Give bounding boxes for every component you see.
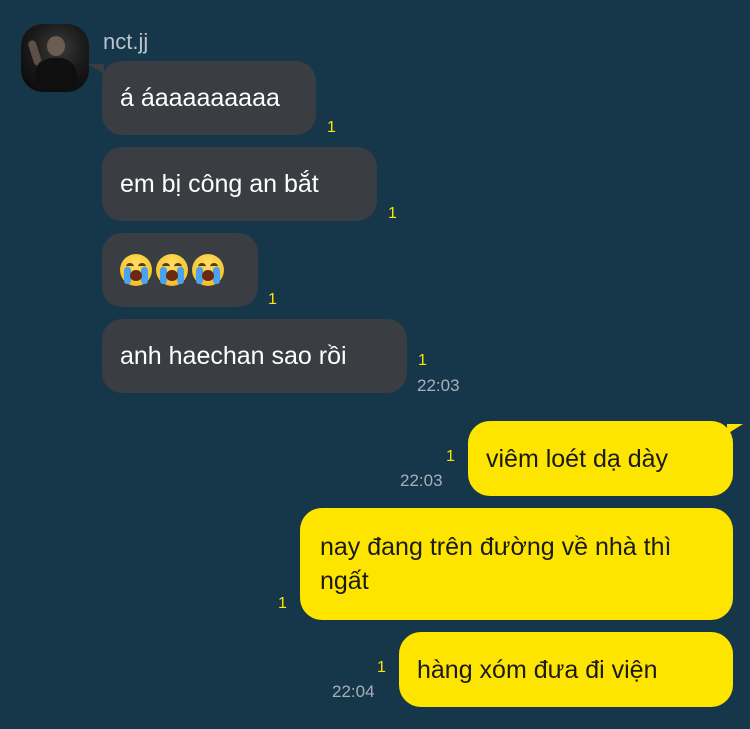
- unread-count: 1: [446, 448, 455, 465]
- message-timestamp: 22:03: [417, 376, 460, 395]
- incoming-message-bubble[interactable]: em bị công an bắt: [102, 147, 377, 221]
- avatar-head: [47, 36, 65, 56]
- loudly-crying-face-icon: [192, 254, 224, 286]
- incoming-message-bubble[interactable]: á áaaaaaaaaa: [102, 61, 316, 135]
- unread-count: 1: [327, 119, 336, 136]
- incoming-emoji-bubble[interactable]: [102, 233, 258, 307]
- message-text: anh haechan sao rồi: [120, 342, 347, 370]
- message-text: nay đang trên đường về nhà thì ngất: [320, 533, 672, 595]
- message-text: viêm loét dạ dày: [486, 444, 669, 473]
- outgoing-message-bubble[interactable]: hàng xóm đưa đi viện: [399, 632, 733, 707]
- message-text: á áaaaaaaaaa: [120, 84, 280, 112]
- unread-count: 1: [278, 595, 287, 612]
- unread-count: 1: [418, 352, 427, 369]
- message-text: hàng xóm đưa đi viện: [417, 655, 658, 684]
- loudly-crying-face-icon: [156, 254, 188, 286]
- incoming-message-bubble[interactable]: anh haechan sao rồi: [102, 319, 407, 393]
- unread-count: 1: [268, 291, 277, 308]
- emoji-row: [120, 254, 224, 286]
- unread-count: 1: [377, 659, 386, 676]
- message-timestamp: 22:03: [400, 471, 443, 490]
- outgoing-message-bubble[interactable]: nay đang trên đường về nhà thì ngất: [300, 508, 733, 620]
- avatar-body: [35, 56, 77, 92]
- incoming-bubble-tail: [88, 64, 104, 74]
- outgoing-message-bubble[interactable]: viêm loét dạ dày: [468, 421, 733, 496]
- sender-name[interactable]: nct.jj: [103, 29, 148, 55]
- unread-count: 1: [388, 205, 397, 222]
- message-text: em bị công an bắt: [120, 170, 319, 198]
- loudly-crying-face-icon: [120, 254, 152, 286]
- sender-avatar[interactable]: [21, 24, 89, 92]
- message-timestamp: 22:04: [332, 682, 375, 701]
